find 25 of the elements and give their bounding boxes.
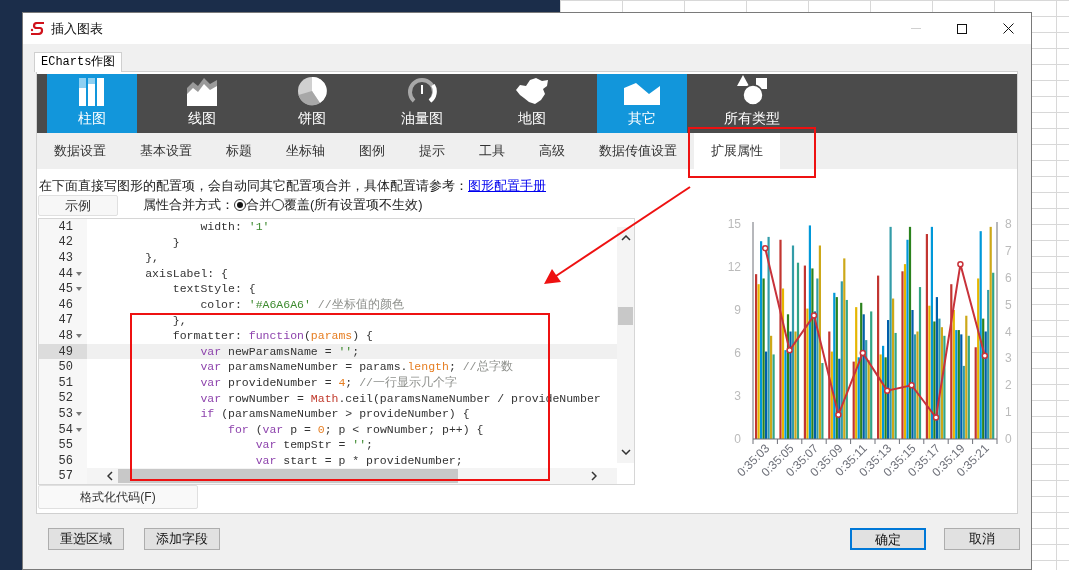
axis-label: 0 [1005, 432, 1012, 446]
axis-label: 12 [727, 260, 741, 274]
description-text: 在下面直接写图形的配置项，会自动同其它配置项合并，具体配置请参考： [39, 178, 468, 193]
line-number: 53 [39, 406, 87, 422]
axis-label: 8 [1005, 217, 1012, 231]
axis-label: 7 [1005, 243, 1012, 258]
line-number: 55 [39, 437, 87, 453]
axis-label: 6 [734, 346, 741, 360]
line-number: 45 [39, 281, 87, 297]
line-number: 41 [39, 219, 87, 235]
merge-mode-label: 属性合并方式： [143, 196, 234, 215]
line-number: 50 [39, 359, 87, 375]
axis-label: 3 [734, 389, 741, 403]
axis-label: 2 [1005, 378, 1012, 393]
axis-label: 15 [727, 217, 741, 231]
axis-label: 4 [1005, 324, 1012, 339]
axis-label: 6 [1005, 270, 1012, 285]
axis-label: 9 [734, 303, 741, 317]
window-title: 插入图表 [51, 19, 103, 38]
axis-label: 1 [1005, 405, 1012, 420]
axis-label: 0 [734, 432, 741, 446]
axis-label: 5 [1005, 297, 1012, 312]
line-number: 48 [39, 328, 87, 344]
axis-label: 3 [1005, 351, 1012, 366]
line-number: 43 [39, 250, 87, 266]
